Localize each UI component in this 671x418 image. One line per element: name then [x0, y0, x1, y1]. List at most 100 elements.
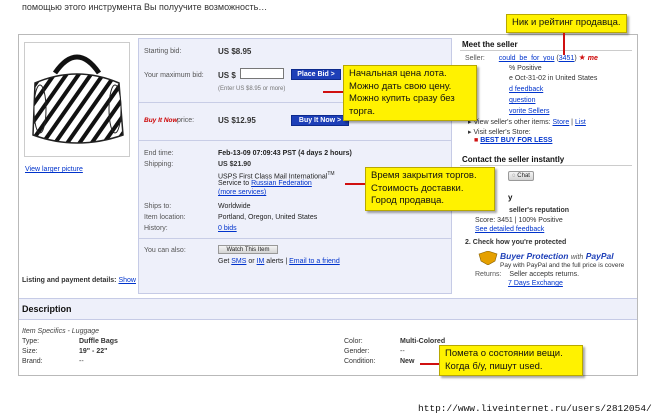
reputation-score: Score: 3451 | 100% Positive — [475, 217, 563, 224]
chat-button[interactable]: ◌ Chat — [508, 171, 534, 181]
email-friend-link[interactable]: Email to a friend — [289, 258, 340, 265]
specifics-row: Type: Duffle Bags Color: Multi-Colored — [22, 338, 445, 348]
detailed-feedback-link[interactable]: d feedback — [509, 86, 543, 93]
me-icon[interactable]: me — [588, 55, 598, 62]
chat-icon: ◌ — [512, 173, 516, 179]
see-feedback-link[interactable]: See detailed feedback — [475, 226, 544, 233]
protection-title: 2. Check how you're protected — [465, 239, 567, 246]
place-bid-button[interactable]: Place Bid > — [291, 69, 341, 80]
store-link[interactable]: Store — [553, 119, 570, 126]
shipping-service: USPS First Class Mail InternationalTM — [218, 171, 335, 180]
seller-line: Seller: could_be_for_you (3451) ★ me — [465, 53, 598, 62]
condition-note: Помета о состоянии вещи. Когда б/у, пишу… — [439, 345, 583, 376]
spec-label: Condition: — [344, 358, 376, 365]
seller-label: Seller: — [465, 55, 485, 62]
currency-label: US $ — [218, 71, 236, 80]
note-line: Можно дать свою цену. — [349, 80, 452, 92]
note-line: Город продавца. — [371, 195, 445, 206]
starting-bid-value: US $8.95 — [218, 47, 252, 56]
bids-link[interactable]: 0 bids — [218, 225, 237, 232]
returns-line: Returns: Seller accepts returns. — [475, 271, 579, 278]
buy-it-now-button[interactable]: Buy It Now > — [291, 115, 349, 126]
returns-policy-link[interactable]: 7 Days Exchange — [508, 280, 563, 287]
list-link[interactable]: List — [575, 119, 586, 126]
listing-show-link[interactable]: Show — [118, 277, 136, 284]
ships-to-value: Worldwide — [218, 203, 251, 210]
visit-store-line: ▸ Visit seller's Store: — [468, 128, 531, 136]
spec-value: -- — [79, 358, 84, 365]
max-bid-input[interactable] — [240, 68, 284, 79]
bid-hint: (Enter US $8.95 or more) — [218, 86, 286, 92]
divider — [139, 238, 451, 239]
zebra-bag-image — [32, 54, 124, 144]
ship-country-link[interactable]: Russian Federation — [251, 180, 312, 187]
view-larger-link[interactable]: View larger picture — [25, 166, 83, 173]
price-note-arrow — [323, 91, 343, 93]
tm-mark: TM — [327, 171, 335, 177]
safety-title-tail: y — [508, 193, 513, 202]
other-items-label: View seller's other items: — [473, 119, 551, 126]
returns-label: Returns: — [475, 271, 502, 278]
favorite-sellers-link[interactable]: vorite Sellers — [509, 108, 549, 115]
specifics-row: Brand: -- Condition: New — [22, 358, 422, 368]
spec-value: Multi-Colored — [400, 338, 446, 345]
positive-text: % Positive — [509, 65, 542, 72]
end-time-value: Feb-13-09 07:09:43 PST (4 days 2 hours) — [218, 150, 352, 157]
note-line: Когда б/у, пишут used. — [445, 360, 543, 372]
im-link[interactable]: IM — [257, 258, 265, 265]
spec-value: Duffle Bags — [79, 338, 118, 345]
seller-note-arrow — [563, 33, 565, 55]
condition-note-arrow — [420, 363, 439, 365]
buy-it-now-logo: Buy It Now — [144, 117, 178, 124]
close-paren: ) — [574, 55, 577, 62]
seller-name-link[interactable]: could_be_for_you — [499, 55, 555, 62]
note-line: Время закрытия торгов. — [371, 170, 477, 181]
bp-subtitle: Pay with PayPal and the full price is co… — [500, 262, 625, 269]
end-time-text: Feb-13-09 07:09:43 PST (4 days 2 hours) — [218, 150, 352, 157]
location-label: Item location: — [144, 214, 186, 221]
note-line: Начальная цена лота. — [349, 68, 447, 79]
spec-value: -- — [400, 348, 405, 355]
ship-to-line: Service to Russian Federation — [218, 180, 312, 187]
more-services-link[interactable]: (more services) — [218, 189, 266, 196]
divider — [139, 140, 451, 141]
spec-value: New — [400, 358, 415, 365]
also-label: You can also: — [144, 247, 186, 254]
product-image[interactable] — [24, 42, 130, 157]
divider — [460, 50, 632, 51]
store-icon: ■ — [474, 137, 479, 144]
returns-value: Seller accepts returns. — [509, 271, 580, 278]
ask-question-link[interactable]: question — [509, 97, 535, 104]
price-note: Начальная цена лота. Можно дать свою цен… — [343, 65, 477, 121]
note-line: Помета о состоянии вещи. — [445, 348, 563, 359]
buyer-protection-title: Buyer Protection with PayPal — [500, 251, 614, 261]
time-note-arrow — [345, 183, 365, 185]
starting-bid-label: Starting bid: — [144, 48, 182, 55]
end-time-label: End time: — [144, 150, 174, 157]
bp-with: with — [570, 254, 584, 261]
ship-to-prefix: Service to — [218, 180, 250, 187]
watch-item-button[interactable]: Watch This Item — [218, 245, 278, 254]
alerts-line: Get SMS or IM alerts | Email to a friend — [218, 258, 340, 265]
history-label: History: — [144, 225, 168, 232]
visit-store-label: Visit seller's Store: — [473, 129, 531, 136]
listing-details: Listing and payment details: Show — [22, 277, 136, 284]
other-items-line: ▸ View seller's other items: Store | Lis… — [468, 119, 586, 126]
meet-seller-title: Meet the seller — [462, 40, 518, 49]
or-text: or — [248, 258, 255, 265]
get-prefix: Get — [218, 258, 230, 265]
spec-label: Size: — [22, 348, 38, 355]
top-caption: помощью этого инструмента Вы полуучите в… — [22, 2, 268, 12]
contact-title: Contact the seller instantly — [462, 155, 565, 164]
paypal-logo: PayPal — [585, 251, 614, 261]
seller-note: Ник и рейтинг продавца. — [506, 14, 627, 33]
spec-label: Color: — [344, 338, 363, 345]
feedback-score-link[interactable]: 3451 — [559, 55, 575, 62]
specifics-row: Size: 19" - 22" Gender: -- — [22, 348, 422, 358]
spec-label: Gender: — [344, 348, 370, 355]
max-bid-label: Your maximum bid: — [144, 72, 204, 79]
buyer-protection-icon — [477, 250, 499, 267]
store-name-link[interactable]: BEST BUY FOR LESS — [480, 137, 552, 144]
sms-link[interactable]: SMS — [231, 258, 246, 265]
ships-to-label: Ships to: — [144, 203, 172, 210]
